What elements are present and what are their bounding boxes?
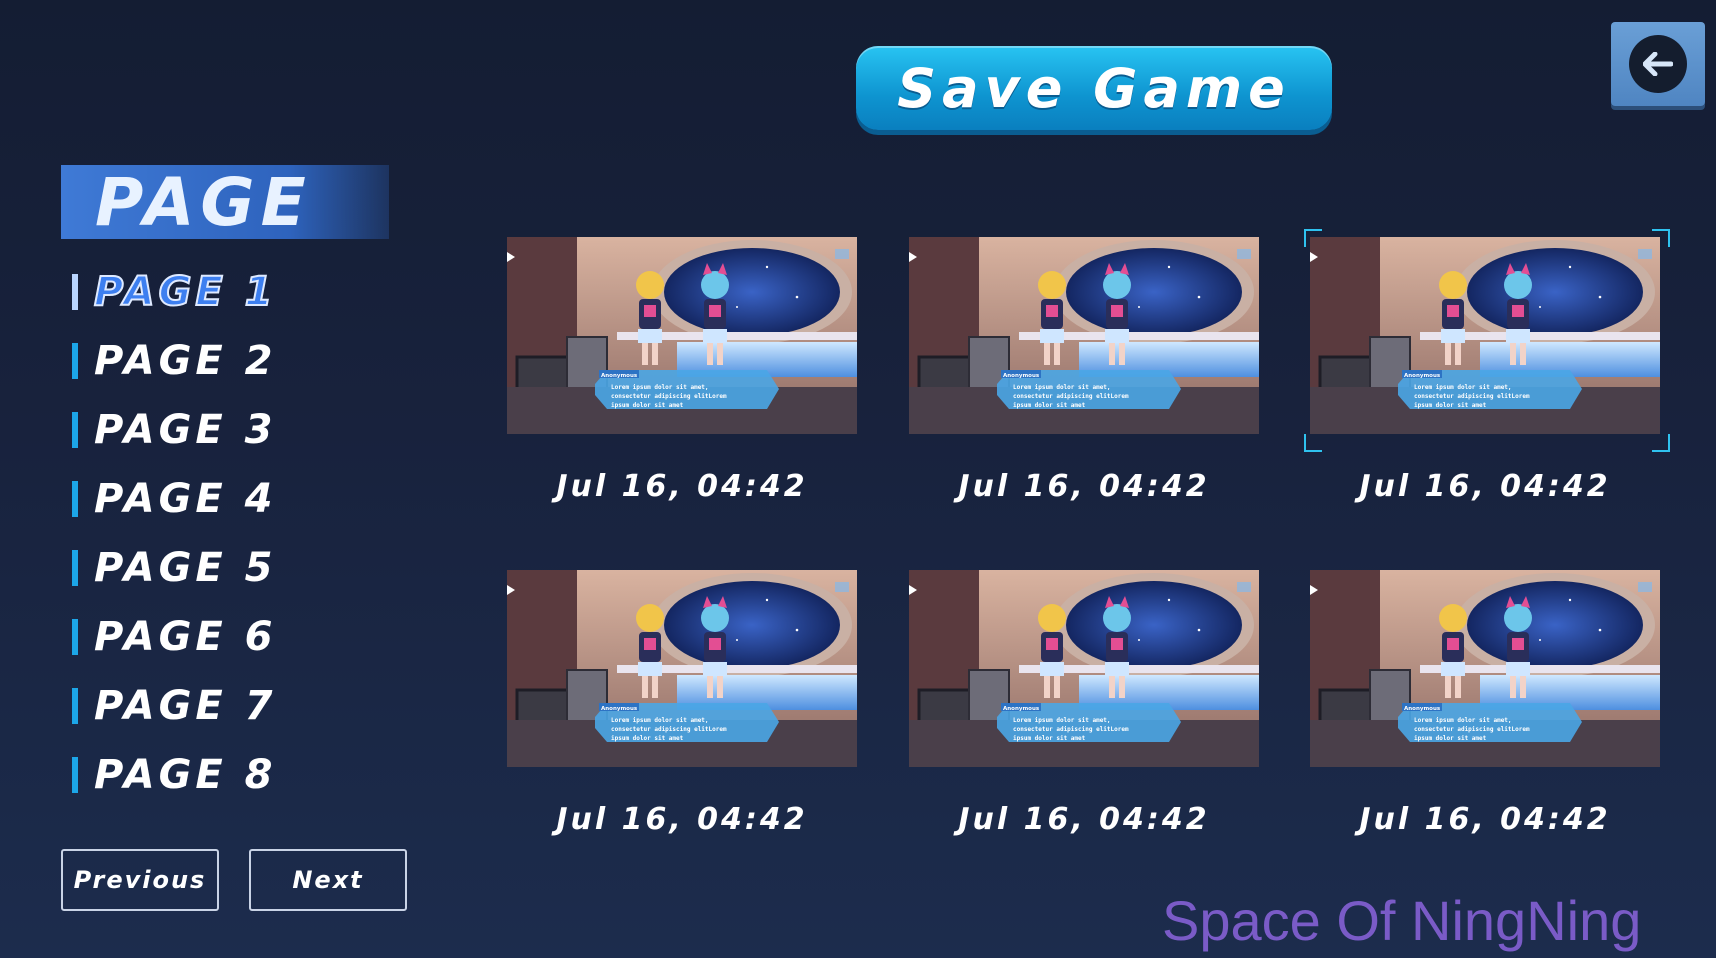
page-indicator-bar: [72, 550, 78, 586]
page-item-label: PAGE 2: [94, 338, 277, 384]
page-item-label: PAGE 4: [94, 476, 277, 522]
save-thumbnail: Anonymous Lorem ipsum dolor sit amet, co…: [909, 570, 1259, 767]
page-indicator-bar: [72, 343, 78, 379]
svg-text:consectetur adipiscing elitLor: consectetur adipiscing elitLorem: [1013, 393, 1129, 400]
save-slot-4[interactable]: Anonymous Lorem ipsum dolor sit amet, co…: [507, 570, 857, 837]
svg-text:ipsum dolor sit amet: ipsum dolor sit amet: [1414, 735, 1487, 742]
save-slot-1[interactable]: Anonymous Lorem ipsum dolor sit amet, co…: [507, 237, 857, 504]
selection-corner: [1304, 434, 1322, 452]
svg-text:Lorem ipsum dolor sit amet,: Lorem ipsum dolor sit amet,: [1013, 717, 1111, 724]
svg-text:Lorem ipsum dolor sit amet,: Lorem ipsum dolor sit amet,: [1414, 384, 1512, 391]
svg-text:Lorem ipsum dolor sit amet,: Lorem ipsum dolor sit amet,: [1013, 384, 1111, 391]
svg-text:consectetur adipiscing elitLor: consectetur adipiscing elitLorem: [1414, 726, 1530, 733]
svg-text:ipsum dolor sit amet: ipsum dolor sit amet: [1414, 402, 1487, 409]
save-thumbnail: Anonymous Lorem ipsum dolor sit amet, co…: [1310, 570, 1660, 767]
page-item-label: PAGE 8: [94, 752, 277, 798]
page-item-7[interactable]: PAGE 7: [72, 683, 332, 729]
svg-text:Anonymous: Anonymous: [1404, 706, 1441, 712]
page-item-8[interactable]: PAGE 8: [72, 752, 332, 798]
back-button[interactable]: [1611, 22, 1705, 106]
save-slot-5[interactable]: Anonymous Lorem ipsum dolor sit amet, co…: [909, 570, 1259, 837]
page-indicator-bar: [72, 688, 78, 724]
save-thumbnail: Anonymous Lorem ipsum dolor sit amet, co…: [909, 237, 1259, 434]
save-timestamp: Jul 16, 04:42: [1359, 469, 1611, 504]
svg-text:consectetur adipiscing elitLor: consectetur adipiscing elitLorem: [611, 393, 727, 400]
page-heading-label: PAGE: [95, 163, 312, 241]
title-banner: Save Game: [856, 46, 1332, 130]
page-item-label: PAGE 1: [93, 268, 277, 316]
save-thumbnail: Anonymous Lorem ipsum dolor sit amet, co…: [1310, 237, 1660, 434]
svg-text:Anonymous: Anonymous: [1003, 373, 1040, 379]
page-item-5[interactable]: PAGE 5: [72, 545, 332, 591]
svg-text:Lorem ipsum dolor sit amet,: Lorem ipsum dolor sit amet,: [611, 384, 709, 391]
page-item-1[interactable]: PAGE 1: [72, 268, 332, 316]
svg-text:consectetur adipiscing elitLor: consectetur adipiscing elitLorem: [611, 726, 727, 733]
svg-text:ipsum dolor sit amet: ipsum dolor sit amet: [611, 735, 684, 742]
save-slot-6[interactable]: Anonymous Lorem ipsum dolor sit amet, co…: [1310, 570, 1660, 837]
selection-corner: [1652, 434, 1670, 452]
page-indicator-bar: [72, 619, 78, 655]
selection-corner: [1652, 229, 1670, 247]
save-slot-3[interactable]: Anonymous Lorem ipsum dolor sit amet, co…: [1304, 229, 1670, 504]
selection-corner: [1304, 229, 1322, 247]
page-indicator-bar: [72, 481, 78, 517]
next-button[interactable]: Next: [249, 849, 407, 911]
page-title: Save Game: [897, 56, 1291, 120]
page-indicator-bar: [72, 757, 78, 793]
page-item-label: PAGE 3: [94, 407, 277, 453]
svg-text:Anonymous: Anonymous: [601, 706, 638, 712]
save-thumbnail: Anonymous Lorem ipsum dolor sit amet, co…: [507, 570, 857, 767]
save-timestamp: Jul 16, 04:42: [556, 469, 808, 504]
save-timestamp: Jul 16, 04:42: [556, 802, 808, 837]
page-indicator-bar: [72, 274, 78, 310]
page-item-3[interactable]: PAGE 3: [72, 407, 332, 453]
svg-text:ipsum dolor sit amet: ipsum dolor sit amet: [1013, 735, 1086, 742]
save-timestamp: Jul 16, 04:42: [958, 802, 1210, 837]
watermark: Space Of NingNing: [1162, 889, 1642, 952]
svg-text:Lorem ipsum dolor sit amet,: Lorem ipsum dolor sit amet,: [611, 717, 709, 724]
svg-text:consectetur adipiscing elitLor: consectetur adipiscing elitLorem: [1013, 726, 1129, 733]
svg-text:Anonymous: Anonymous: [1003, 706, 1040, 712]
page-section-heading: PAGE: [61, 163, 389, 241]
svg-text:Anonymous: Anonymous: [601, 373, 638, 379]
page-item-2[interactable]: PAGE 2: [72, 338, 332, 384]
save-thumbnail: Anonymous Lorem ipsum dolor sit amet, co…: [507, 237, 857, 434]
back-arrow-icon: [1629, 35, 1687, 93]
page-item-4[interactable]: PAGE 4: [72, 476, 332, 522]
page-item-label: PAGE 7: [94, 683, 277, 729]
page-item-label: PAGE 6: [94, 614, 277, 660]
save-timestamp: Jul 16, 04:42: [1359, 802, 1611, 837]
page-indicator-bar: [72, 412, 78, 448]
save-timestamp: Jul 16, 04:42: [958, 469, 1210, 504]
previous-button[interactable]: Previous: [61, 849, 219, 911]
page-item-label: PAGE 5: [94, 545, 277, 591]
svg-text:ipsum dolor sit amet: ipsum dolor sit amet: [611, 402, 684, 409]
svg-text:consectetur adipiscing elitLor: consectetur adipiscing elitLorem: [1414, 393, 1530, 400]
page-item-6[interactable]: PAGE 6: [72, 614, 332, 660]
svg-text:Anonymous: Anonymous: [1404, 373, 1441, 379]
save-slot-2[interactable]: Anonymous Lorem ipsum dolor sit amet, co…: [909, 237, 1259, 504]
svg-text:Lorem ipsum dolor sit amet,: Lorem ipsum dolor sit amet,: [1414, 717, 1512, 724]
svg-text:ipsum dolor sit amet: ipsum dolor sit amet: [1013, 402, 1086, 409]
